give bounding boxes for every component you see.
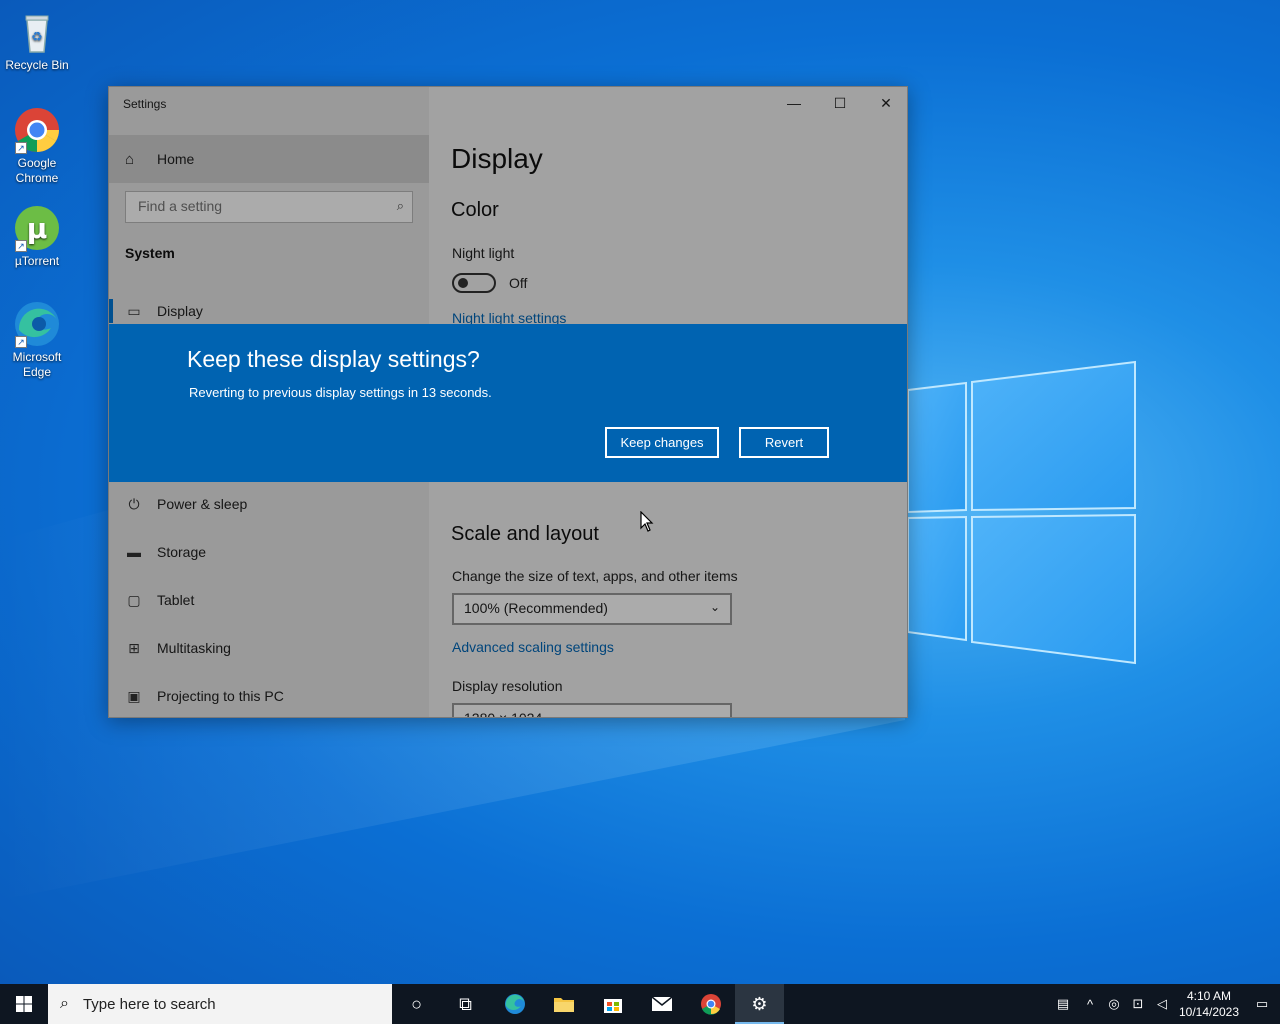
show-hidden-icons-chevron-icon[interactable]: ^ [1078, 997, 1102, 1012]
edge-icon [504, 994, 525, 1014]
utorrent-icon: µ ↗ [13, 204, 61, 252]
desktop-icon-label: Google Chrome [15, 156, 59, 185]
notifications-icon[interactable]: ▭ [1244, 996, 1280, 1012]
store-icon [603, 999, 622, 1013]
volume-muted-icon[interactable]: ◁ [1150, 996, 1174, 1012]
desktop-icon-recycle-bin[interactable]: ♻ Recycle Bin [2, 8, 72, 73]
gear-icon: ⚙ [751, 993, 768, 1014]
dialog-message: Reverting to previous display settings i… [189, 385, 492, 400]
clock-time: 4:10 AM [1186, 989, 1232, 1003]
search-icon: ⌕ [60, 995, 69, 1012]
desktop-icon-label: Microsoft Edge [12, 350, 62, 379]
desktop-icon-label: Recycle Bin [5, 58, 69, 72]
cortana-icon: ○ [411, 993, 422, 1014]
desktop-icon-label: µTorrent [14, 254, 60, 268]
settings-window: Settings ⌂ Home Find a setting ⌕ System … [108, 86, 908, 718]
cortana-button[interactable]: ○ [392, 984, 441, 1024]
taskbar-chrome[interactable] [686, 984, 735, 1024]
mouse-cursor-icon [640, 511, 654, 532]
svg-text:♻: ♻ [31, 30, 43, 45]
network-icon[interactable]: ⊡ [1126, 996, 1150, 1012]
revert-button[interactable]: Revert [739, 427, 829, 458]
desktop-icon-utorrent[interactable]: µ ↗ µTorrent [2, 204, 72, 269]
news-widget-icon[interactable]: ▤ [1048, 996, 1078, 1012]
taskbar-clock[interactable]: 4:10 AM 10/14/2023 [1174, 988, 1244, 1020]
taskbar-file-explorer[interactable] [539, 984, 588, 1024]
taskbar-store[interactable] [588, 984, 637, 1024]
shortcut-arrow-icon: ↗ [15, 240, 27, 252]
clock-date: 10/14/2023 [1178, 1005, 1240, 1019]
taskbar-mail[interactable] [637, 984, 686, 1024]
dialog-title: Keep these display settings? [187, 346, 480, 372]
folder-icon [553, 998, 574, 1012]
taskbar-settings[interactable]: ⚙ [735, 984, 784, 1024]
keep-display-settings-dialog: Keep these display settings? Reverting t… [109, 324, 907, 482]
desktop-icon-google-chrome[interactable]: ↗ Google Chrome [2, 106, 72, 186]
chrome-icon: ↗ [13, 106, 61, 154]
shortcut-arrow-icon: ↗ [15, 336, 27, 348]
taskbar-search-placeholder: Type here to search [82, 995, 216, 1013]
start-button[interactable] [0, 984, 48, 1024]
system-tray: ▤ ^ ◎ ⊡ ◁ 4:10 AM 10/14/2023 ▭ [1048, 984, 1280, 1024]
meet-now-icon[interactable]: ◎ [1102, 996, 1126, 1012]
taskbar: ⌕ Type here to search ○ ⧉ ⚙ ▤ ^ ◎ ⊡ ◁ 4:… [0, 984, 1280, 1024]
task-view-icon: ⧉ [459, 993, 472, 1014]
svg-text:µ: µ [27, 212, 48, 245]
edge-icon: ↗ [13, 300, 61, 348]
chrome-icon [700, 994, 721, 1015]
desktop-icon-microsoft-edge[interactable]: ↗ Microsoft Edge [2, 300, 72, 380]
task-view-button[interactable]: ⧉ [441, 984, 490, 1024]
taskbar-search-box[interactable]: ⌕ Type here to search [48, 984, 392, 1024]
taskbar-edge[interactable] [490, 984, 539, 1024]
keep-changes-button[interactable]: Keep changes [605, 427, 719, 458]
mail-icon [651, 996, 672, 1011]
shortcut-arrow-icon: ↗ [15, 142, 27, 154]
windows-logo-icon [16, 996, 32, 1012]
recycle-bin-icon: ♻ [13, 8, 61, 56]
